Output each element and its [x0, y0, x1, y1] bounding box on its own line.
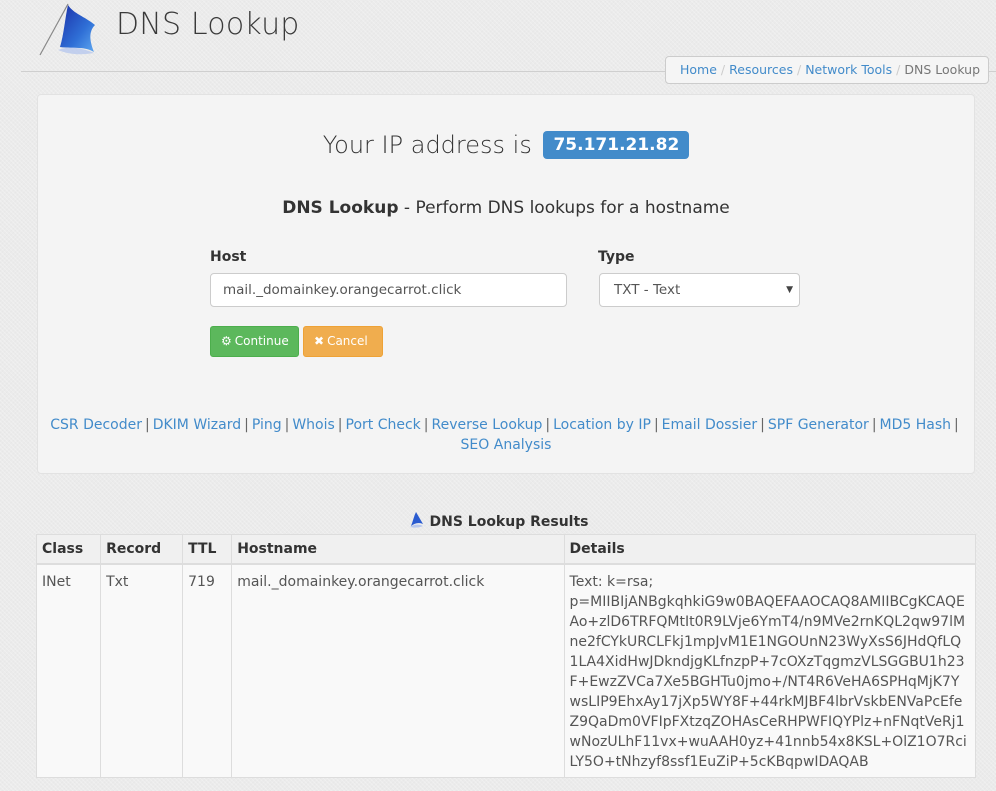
column-header-record: Record: [100, 534, 184, 565]
site-title: DNS Lookup: [116, 7, 300, 42]
results-table: Class Record TTL Hostname Details INet T…: [35, 534, 977, 778]
tool-link-port-check[interactable]: Port Check: [346, 417, 421, 433]
type-label: Type: [598, 249, 635, 265]
host-input[interactable]: [210, 273, 567, 307]
cell-hostname: mail._domainkey.orangecarrot.click: [231, 563, 565, 778]
details-public-key: p=MIIBIjANBgkqhkiG9w0BAQEFAAOCAQ8AMIIBCg…: [569, 594, 967, 770]
table-row: INet Txt 719 mail._domainkey.orangecarro…: [35, 563, 977, 778]
details-text-line: Text: k=rsa;: [569, 574, 654, 590]
tool-link-reverse-lookup[interactable]: Reverse Lookup: [432, 417, 543, 433]
table-header-row: Class Record TTL Hostname Details: [35, 534, 977, 565]
continue-label: Continue: [234, 334, 289, 348]
breadcrumb-separator: /: [720, 62, 726, 77]
ip-address-badge: 75.171.21.82: [543, 131, 690, 159]
tool-link-csr-decoder[interactable]: CSR Decoder: [50, 417, 142, 433]
tools-links: CSR Decoder | DKIM Wizard | Ping | Whois | Port …: [50, 417, 959, 453]
type-select[interactable]: TXT - Text ▼: [599, 273, 800, 307]
tool-name: DNS Lookup: [282, 198, 399, 218]
blue-flag-icon: [410, 512, 424, 528]
ip-address-line: Your IP address is 75.171.21.82: [38, 131, 974, 159]
cell-details: Text: k=rsa; p=MIIBIjANBgkqhkiG9w0BAQEFA…: [563, 563, 977, 778]
cancel-label: Cancel: [327, 334, 368, 348]
results-title-text: DNS Lookup Results: [429, 514, 589, 530]
chevron-down-icon: ▼: [786, 285, 793, 295]
results-title: DNS Lookup Results: [0, 511, 996, 530]
breadcrumb-resources[interactable]: Resources: [729, 62, 793, 77]
tool-link-ping[interactable]: Ping: [252, 417, 282, 433]
breadcrumb-separator: /: [796, 62, 802, 77]
host-label: Host: [210, 249, 247, 265]
tool-link-spf-generator[interactable]: SPF Generator: [768, 417, 869, 433]
column-header-class: Class: [35, 534, 102, 565]
close-icon: ✖: [314, 334, 325, 348]
type-select-value: TXT - Text: [614, 282, 681, 298]
tool-link-dkim-wizard[interactable]: DKIM Wizard: [153, 417, 241, 433]
cell-record: Txt: [100, 563, 184, 778]
breadcrumb-network-tools[interactable]: Network Tools: [805, 62, 892, 77]
tool-link-seo-analysis[interactable]: SEO Analysis: [461, 437, 552, 453]
continue-button[interactable]: ⚙ Continue: [210, 326, 299, 357]
column-header-ttl: TTL: [182, 534, 233, 565]
cell-class: INet: [35, 563, 102, 778]
tool-link-md5-hash[interactable]: MD5 Hash: [880, 417, 952, 433]
breadcrumb-separator: /: [896, 62, 901, 77]
gear-icon: ⚙: [221, 334, 232, 348]
breadcrumb: Home / Resources / Network Tools / DNS Lookup: [665, 56, 989, 84]
tool-link-email-dossier[interactable]: Email Dossier: [662, 417, 757, 433]
tool-link-location-by-ip[interactable]: Location by IP: [553, 417, 651, 433]
lookup-panel: Your IP address is 75.171.21.82 DNS Look…: [37, 94, 975, 474]
column-header-hostname: Hostname: [231, 534, 565, 565]
cancel-button[interactable]: ✖ Cancel: [303, 326, 383, 357]
tool-description: - Perform DNS lookups for a hostname: [398, 198, 730, 218]
breadcrumb-current: DNS Lookup: [904, 62, 981, 77]
tool-subtitle: DNS Lookup - Perform DNS lookups for a h…: [38, 198, 974, 218]
ip-prefix: Your IP address is: [322, 131, 532, 159]
blue-flag-icon: [39, 3, 95, 56]
cell-ttl: 719: [182, 563, 233, 778]
breadcrumb-home[interactable]: Home: [680, 62, 717, 77]
page-header: DNS Lookup Home / Resources / Network Tools /…: [0, 0, 996, 84]
tool-link-whois[interactable]: Whois: [292, 417, 334, 433]
column-header-details: Details: [563, 534, 977, 565]
